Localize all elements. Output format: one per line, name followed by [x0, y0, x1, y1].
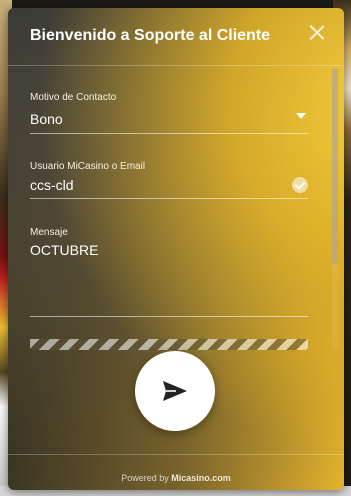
user-field-label: Usuario MiCasino o Email: [30, 161, 146, 172]
support-chat-widget: Bienvenido a Soporte al Cliente Motivo d…: [8, 8, 344, 490]
user-field-underline: [30, 198, 308, 199]
scrollbar-thumb[interactable]: [332, 68, 338, 264]
scrollbar-track[interactable]: [332, 68, 338, 350]
widget-title: Bienvenido a Soporte al Cliente: [30, 27, 271, 44]
footer-divider: [8, 454, 344, 455]
striped-progress-bar: [30, 339, 308, 350]
check-circle-icon: [292, 177, 308, 193]
message-textarea[interactable]: OCTUBRE: [30, 242, 308, 314]
footer: Powered by Micasino.com: [8, 473, 344, 483]
message-label: Mensaje: [30, 227, 68, 238]
contact-reason-underline: [30, 133, 308, 134]
message-underline: [30, 316, 308, 317]
send-icon: [163, 381, 187, 401]
brand-link[interactable]: Micasino.com: [171, 473, 231, 483]
widget-header: Bienvenido a Soporte al Cliente: [8, 8, 344, 66]
powered-by-text: Powered by: [121, 473, 169, 483]
send-button[interactable]: [135, 351, 215, 431]
chevron-down-icon[interactable]: [296, 113, 306, 119]
contact-reason-label: Motivo de Contacto: [30, 92, 117, 103]
contact-reason-select[interactable]: Bono: [30, 111, 63, 127]
close-icon[interactable]: [308, 24, 326, 42]
user-email-field[interactable]: ccs-cld: [30, 177, 74, 193]
